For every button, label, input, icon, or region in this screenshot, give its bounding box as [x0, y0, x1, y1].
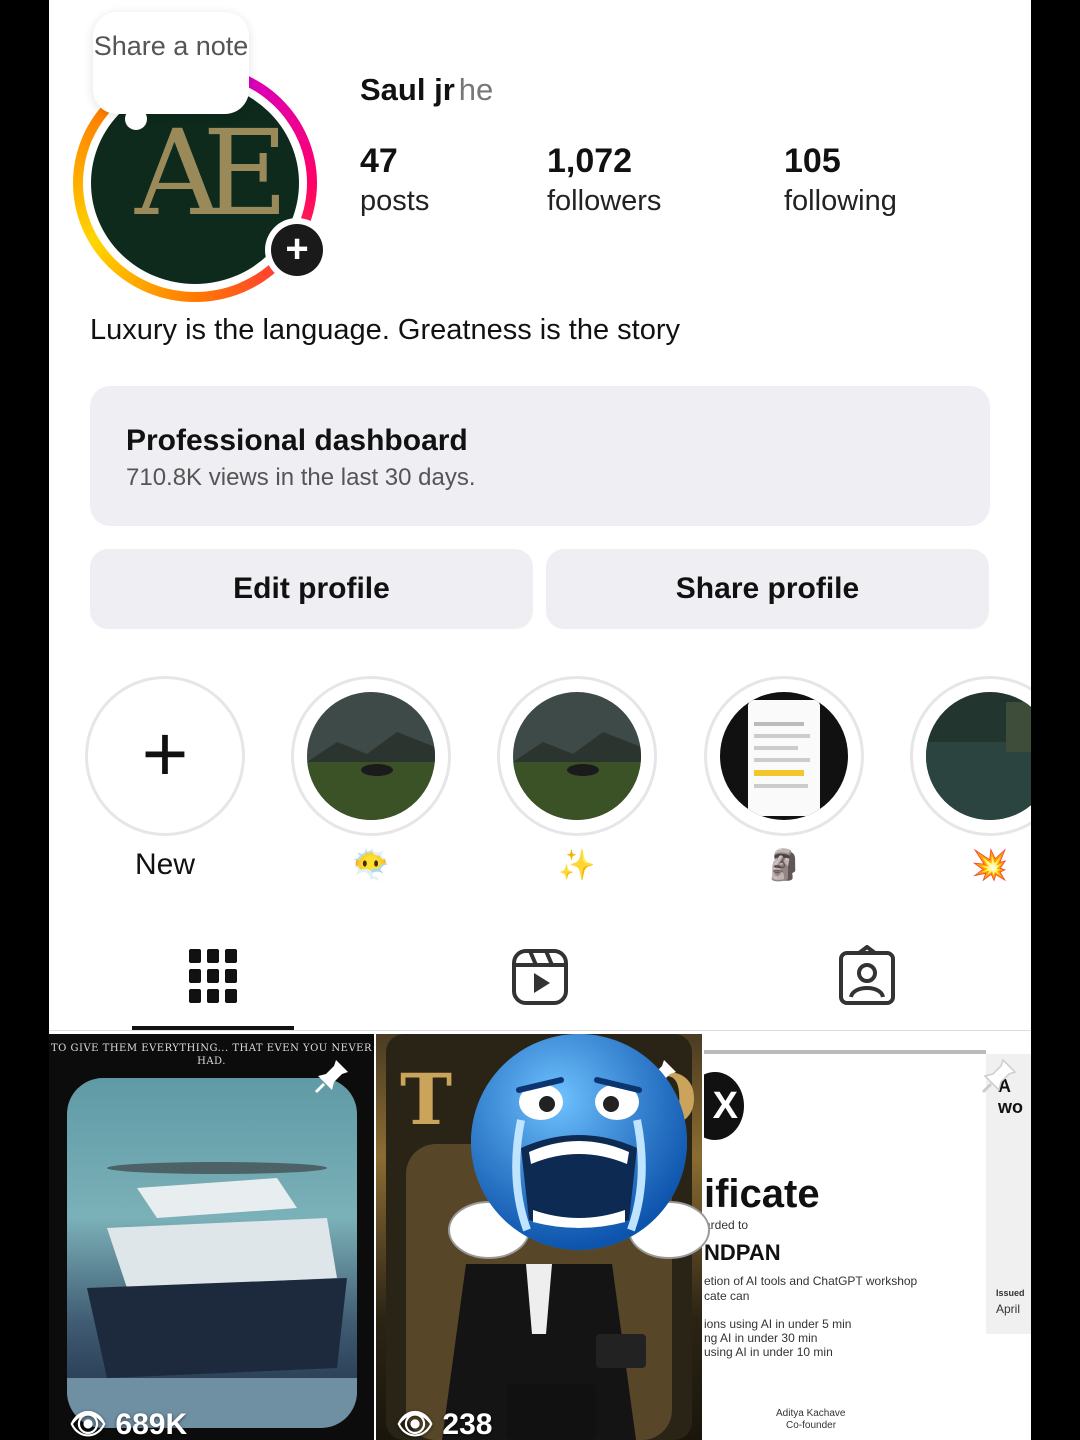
username: Saul jr he — [360, 72, 494, 107]
crying-emoji-sticker — [448, 1034, 710, 1259]
tab-tagged[interactable] — [837, 944, 897, 1009]
edit-profile-button[interactable]: Edit profile — [90, 549, 533, 629]
profile-bio: Luxury is the language. Greatness is the… — [90, 314, 680, 346]
post-tile[interactable]: TO GIVE THEM EVERYTHING... THAT EVEN YOU… — [49, 1034, 374, 1440]
highlight-label: 💥 — [971, 849, 1009, 882]
highlight-cover — [720, 692, 848, 820]
helicopter-lawn-image — [307, 692, 435, 820]
stat-posts[interactable]: 47 posts — [360, 142, 429, 218]
tagged-icon — [839, 944, 895, 1005]
certificate-badge-panel: A wo Issued April — [986, 1054, 1031, 1334]
highlight-item[interactable]: 😶‍🌫️ — [291, 676, 451, 888]
highlight-item[interactable]: ✨ — [497, 676, 657, 888]
signer-name: Aditya Kachave — [776, 1408, 846, 1419]
pin-icon — [981, 1058, 1017, 1094]
stat-followers[interactable]: 1,072 followers — [547, 142, 661, 218]
stat-following[interactable]: 105 following — [784, 142, 897, 218]
plus-icon: + — [141, 709, 189, 798]
plus-icon: + — [271, 224, 323, 276]
post-tile[interactable]: X ificate arded to NDPAN etion of AI too… — [704, 1034, 1031, 1440]
highlight-label: New — [134, 848, 195, 881]
tab-grid[interactable] — [183, 945, 243, 1009]
highlight-cover — [926, 692, 1031, 820]
tab-reels[interactable] — [510, 945, 570, 1009]
highlight-new[interactable]: + New — [85, 676, 245, 888]
post-image — [67, 1078, 357, 1428]
pin-icon — [314, 1060, 348, 1094]
highlight-label: 😶‍🌫️ — [352, 849, 390, 882]
highlight-cover — [307, 692, 435, 820]
share-profile-button[interactable]: Share profile — [546, 549, 989, 629]
profile-screen: AE + Share a note Saul jr he 47 posts 1,0… — [49, 0, 1031, 1440]
helicopter-lawn-image — [513, 692, 641, 820]
dashboard-title: Professional dashboard — [126, 424, 468, 457]
yacht-helicopter-image — [67, 1162, 357, 1428]
share-note-bubble[interactable]: Share a note — [93, 12, 249, 130]
note-label: Share a note — [93, 31, 249, 61]
view-count: 👁 689K — [69, 1408, 188, 1440]
highlight-cover — [513, 692, 641, 820]
pronoun: he — [458, 72, 494, 107]
reels-icon — [512, 949, 568, 1005]
add-story-button[interactable]: + — [265, 218, 329, 282]
highlight-item[interactable]: 💥 — [910, 676, 1031, 888]
signer-role: Co-founder — [786, 1420, 837, 1431]
grid-icon — [189, 949, 237, 1003]
dashboard-subtitle: 710.8K views in the last 30 days. — [126, 464, 476, 491]
highlight-label: ✨ — [558, 849, 596, 882]
lake-view-image — [926, 692, 1031, 820]
highlight-label: 🗿 — [765, 849, 803, 882]
phone-screenshot-image — [720, 692, 848, 820]
highlight-item[interactable]: 🗿 — [704, 676, 864, 888]
avatar-logo: AE — [135, 104, 288, 242]
view-count: 👁 238 — [396, 1408, 493, 1440]
professional-dashboard[interactable]: Professional dashboard 710.8K views in t… — [90, 386, 990, 526]
